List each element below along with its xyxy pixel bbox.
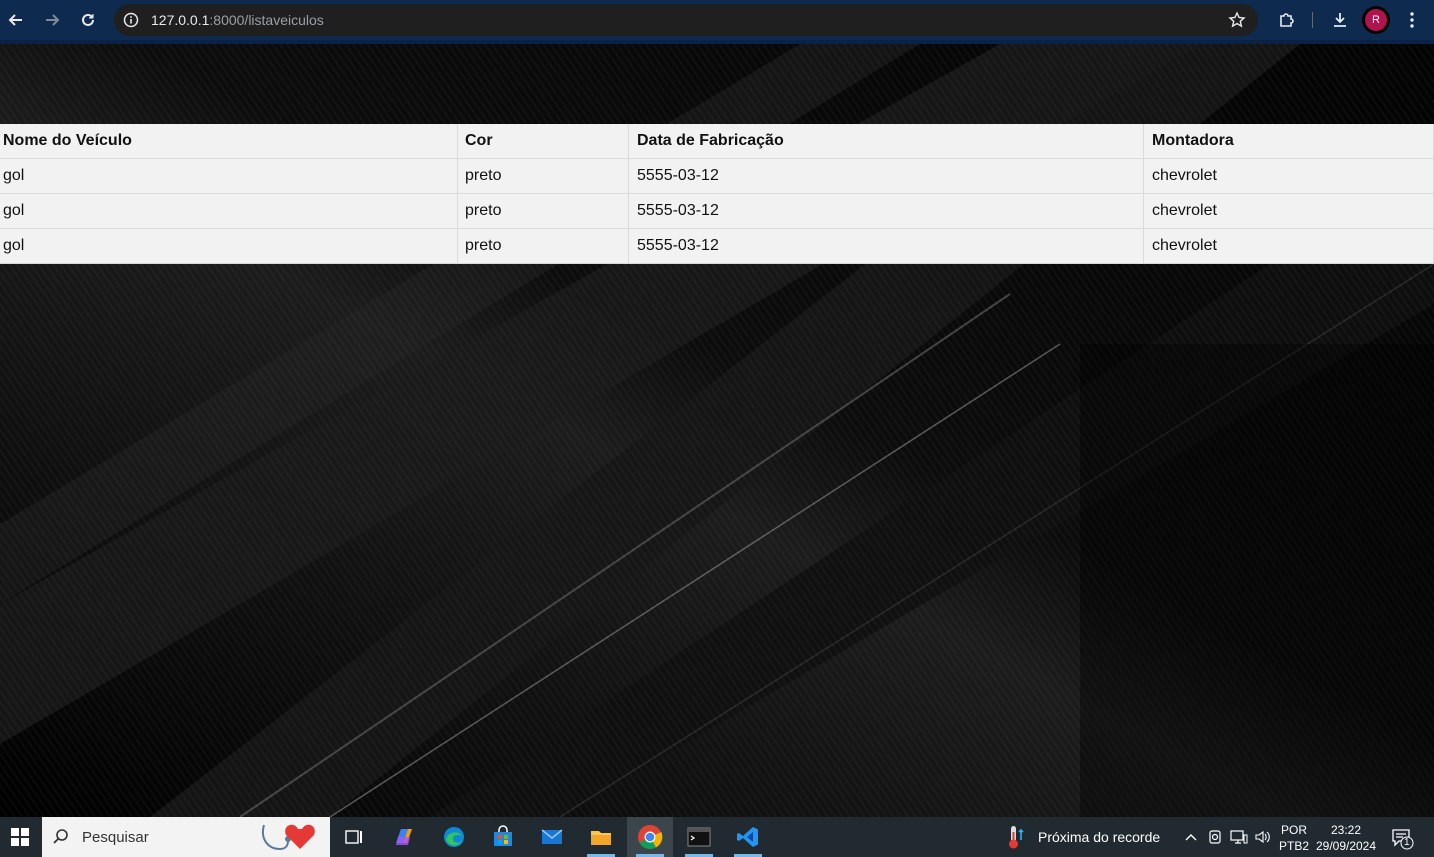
meet-now-tray[interactable] [1206,828,1224,846]
reload-button[interactable] [76,8,100,32]
edge-browser-icon [444,827,464,847]
weather-widget[interactable]: Próxima do recorde [1006,817,1160,857]
taskbar-search-box[interactable]: Pesquisar [42,817,330,857]
search-placeholder: Pesquisar [82,829,149,846]
back-arrow-icon [8,14,22,26]
chrome-browser-icon [638,825,663,850]
camera-icon [1209,830,1221,844]
mail-envelope-icon [541,829,563,844]
show-hidden-icons-button[interactable] [1182,828,1200,846]
cell-montadora: chevrolet [1143,193,1434,229]
network-tray[interactable] [1230,828,1248,846]
task-view-icon [345,830,362,844]
copilot-app[interactable] [381,817,427,857]
header-montadora: Montadora [1143,124,1434,159]
taskbar: Pesquisar Próxima do recorde POR PTB2 23… [0,817,1434,857]
notification-count: 1 [1404,837,1410,848]
lang-top: POR [1281,823,1308,837]
cell-cor: preto [457,158,629,194]
bookmark-star-icon[interactable] [1228,11,1246,29]
clock-time: 23:22 [1330,823,1362,837]
search-icon [53,829,68,844]
toolbar-separator [1312,12,1313,28]
browser-menu-button[interactable] [1400,8,1424,32]
windows-logo-icon [11,828,29,846]
copilot-icon [396,829,412,845]
chevron-up-icon [1185,834,1197,841]
site-info-icon[interactable] [122,11,140,29]
store-app[interactable] [480,817,526,857]
cell-data: 5555-03-12 [628,228,1144,264]
cell-cor: preto [457,228,629,264]
reload-icon [82,13,94,26]
url-host: 127.0.0.1 [151,12,210,28]
address-bar[interactable]: 127.0.0.1:8000/listaveiculos [114,4,1258,36]
downloads-button[interactable] [1328,8,1352,32]
cell-nome: gol [0,228,458,264]
kebab-menu-icon [1410,12,1414,28]
vscode-icon [737,827,758,847]
cell-montadora: chevrolet [1143,158,1434,194]
notification-icon [1392,829,1414,850]
thermometer-icon [1009,826,1024,849]
task-view-button[interactable] [331,817,377,857]
header-cor: Cor [457,124,629,159]
start-button[interactable] [0,817,40,857]
forward-arrow-icon [46,14,60,26]
cell-data: 5555-03-12 [628,193,1144,229]
folder-icon [591,831,611,845]
puzzle-icon [1280,13,1294,27]
browser-toolbar: 127.0.0.1:8000/listaveiculos R [0,0,1434,44]
table-header-row: Nome do Veículo Cor Data de Fabricação M… [0,124,1434,159]
notification-center-button[interactable]: 1 [1390,826,1414,850]
download-icon [1334,13,1346,27]
weather-text: Próxima do recorde [1038,829,1161,845]
profile-initial: R [1365,9,1387,31]
lang-bottom: PTB2 [1279,839,1310,853]
chrome-app[interactable] [627,817,673,857]
cell-nome: gol [0,158,458,194]
back-button[interactable] [4,8,28,32]
speaker-icon [1255,830,1270,844]
clock-date: 29/09/2024 [1315,839,1377,853]
table-row: gol preto 5555-03-12 chevrolet [0,193,1434,229]
terminal-app[interactable] [676,817,722,857]
table-row: gol preto 5555-03-12 chevrolet [0,228,1434,264]
cell-montadora: chevrolet [1143,228,1434,264]
search-highlight-heart-icon [262,824,315,851]
taskbar-clock[interactable]: 23:22 29/09/2024 [1314,822,1378,854]
cell-data: 5555-03-12 [628,158,1144,194]
extensions-button[interactable] [1275,8,1299,32]
table-row: gol preto 5555-03-12 chevrolet [0,158,1434,194]
url-path: :8000/listaveiculos [209,12,324,28]
url-text: 127.0.0.1:8000/listaveiculos [151,12,324,28]
store-bag-icon [494,825,512,846]
vscode-app[interactable] [725,817,771,857]
page-content: Nome do Veículo Cor Data de Fabricação M… [0,44,1434,817]
cell-cor: preto [457,193,629,229]
forward-button[interactable] [40,8,64,32]
header-data-fabricacao: Data de Fabricação [628,124,1144,159]
network-monitor-icon [1230,830,1248,844]
file-explorer-app[interactable] [578,817,624,857]
volume-tray[interactable] [1254,828,1272,846]
mail-app[interactable] [529,817,575,857]
header-nome-veiculo: Nome do Veículo [0,124,458,159]
terminal-icon [687,827,711,847]
edge-app[interactable] [431,817,477,857]
input-language-indicator[interactable]: POR PTB2 [1279,822,1309,854]
cell-nome: gol [0,193,458,229]
profile-avatar[interactable]: R [1362,6,1390,34]
vehicle-table: Nome do Veículo Cor Data de Fabricação M… [0,124,1434,264]
